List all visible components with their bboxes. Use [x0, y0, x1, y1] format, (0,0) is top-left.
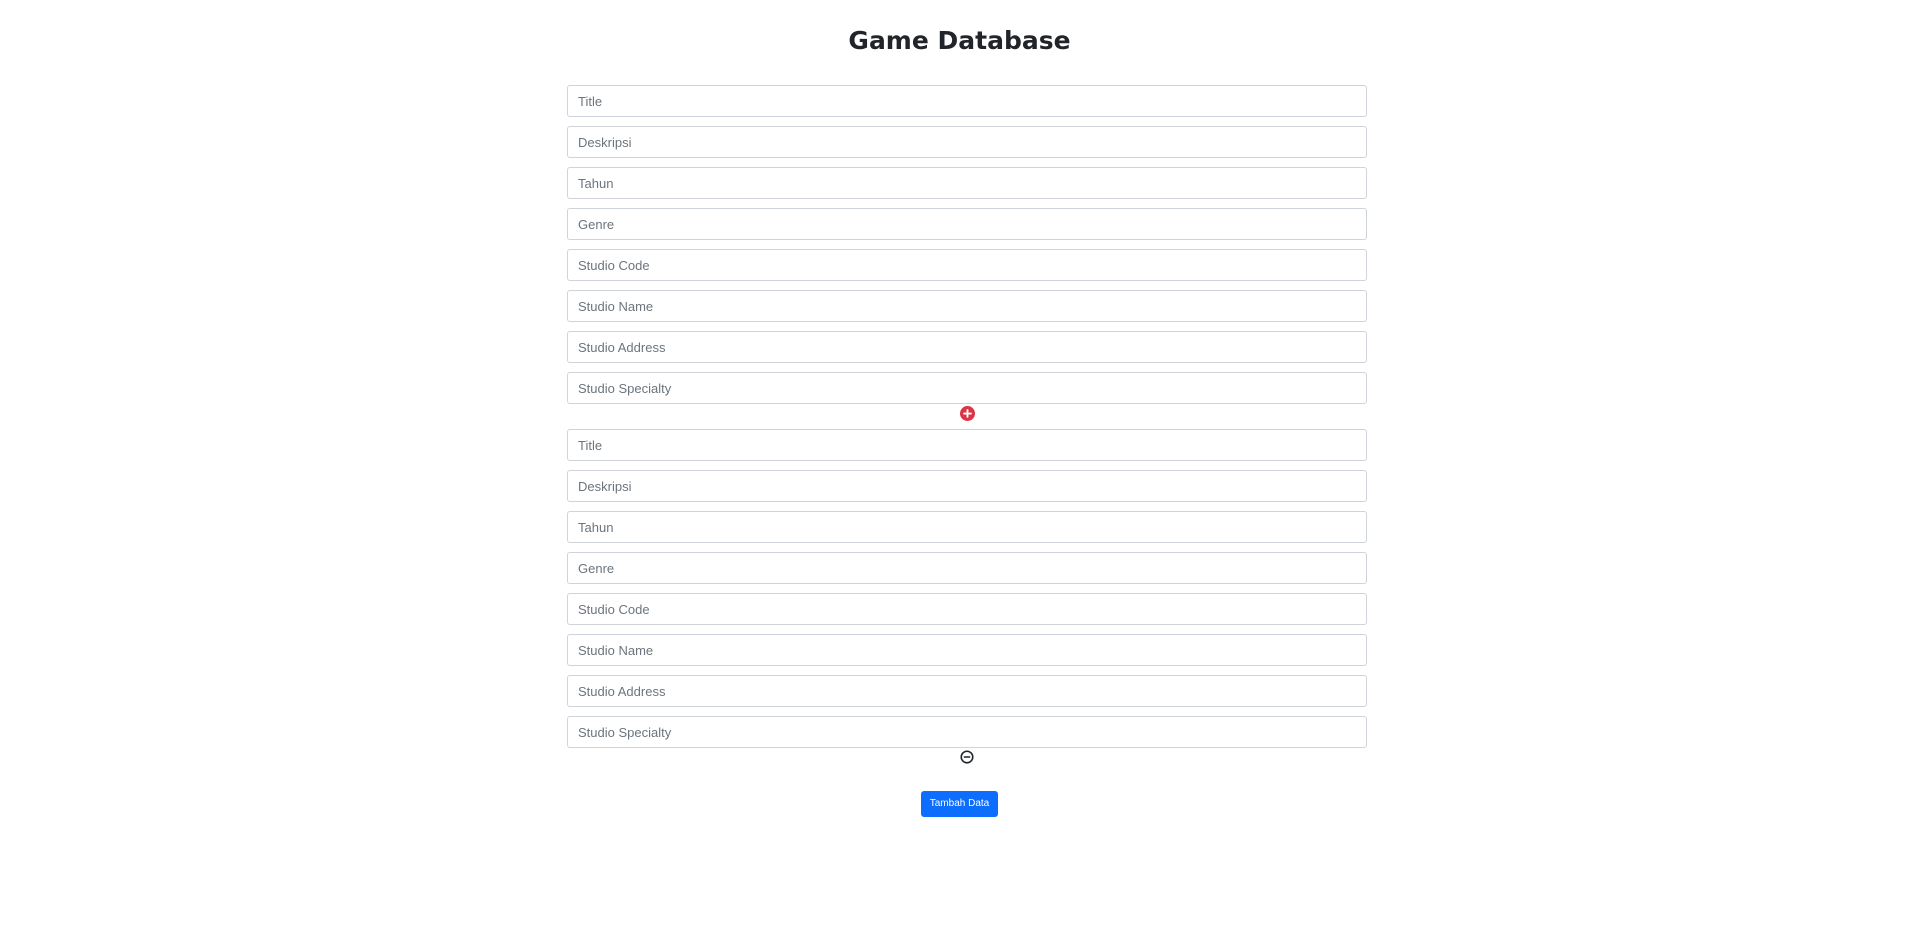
title-input[interactable]	[567, 429, 1367, 461]
minus-circle-icon	[960, 750, 974, 764]
deskripsi-input[interactable]	[567, 126, 1367, 158]
game-form	[567, 85, 1367, 773]
title-input[interactable]	[567, 85, 1367, 117]
tahun-input[interactable]	[567, 511, 1367, 543]
game-entry-group-2	[567, 429, 1367, 748]
genre-input[interactable]	[567, 552, 1367, 584]
tahun-input[interactable]	[567, 167, 1367, 199]
remove-group-button[interactable]	[958, 748, 976, 766]
studio-address-input[interactable]	[567, 675, 1367, 707]
studio-code-input[interactable]	[567, 593, 1367, 625]
studio-code-input[interactable]	[567, 249, 1367, 281]
studio-address-input[interactable]	[567, 331, 1367, 363]
add-group-button[interactable]	[958, 404, 976, 422]
page-title: Game Database	[848, 26, 1071, 55]
tambah-data-button[interactable]: Tambah Data	[920, 791, 999, 817]
game-entry-group-1	[567, 85, 1367, 404]
deskripsi-input[interactable]	[567, 470, 1367, 502]
studio-specialty-input[interactable]	[567, 716, 1367, 748]
genre-input[interactable]	[567, 208, 1367, 240]
studio-name-input[interactable]	[567, 634, 1367, 666]
studio-specialty-input[interactable]	[567, 372, 1367, 404]
submit-row: Tambah Data	[0, 791, 1919, 817]
plus-circle-icon	[959, 405, 975, 421]
studio-name-input[interactable]	[567, 290, 1367, 322]
